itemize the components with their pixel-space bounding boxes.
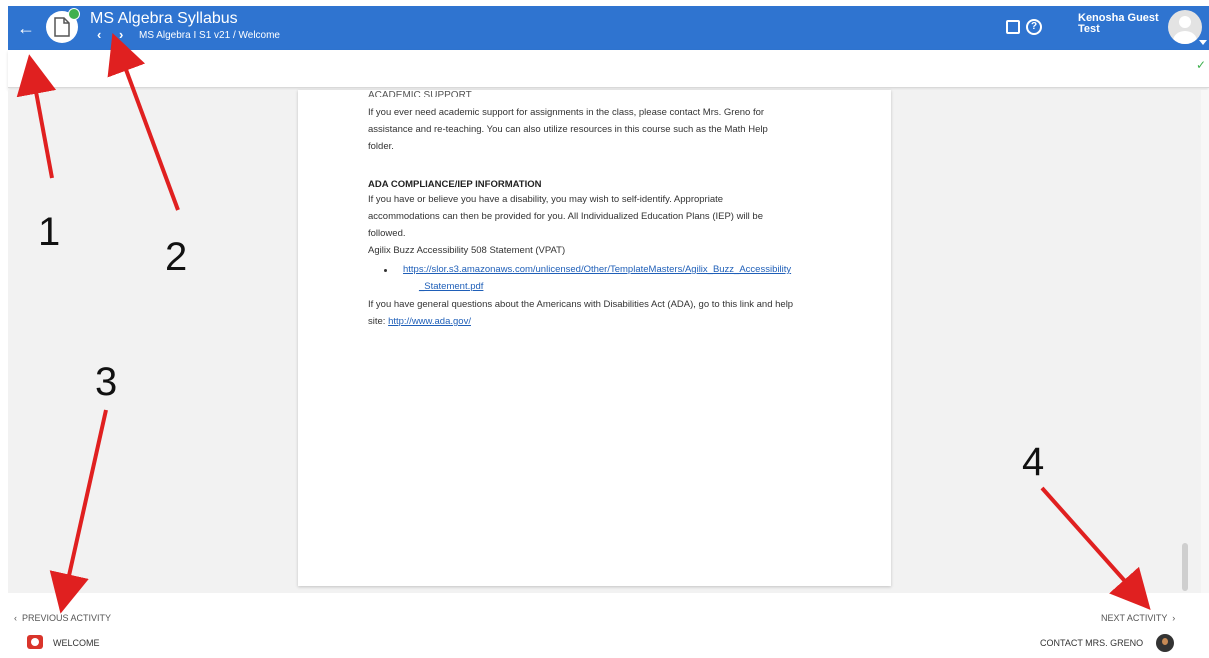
vpat-link-line-1: https://slor.s3.amazonaws.com/unlicensed…	[403, 261, 791, 278]
avatar[interactable]	[1168, 10, 1202, 44]
support-text-3: folder.	[368, 141, 394, 152]
ada-text-3: followed.	[368, 228, 406, 239]
bullet	[384, 269, 387, 272]
support-text-2: assistance and re-teaching. You can also…	[368, 124, 768, 135]
welcome-icon[interactable]	[27, 635, 43, 649]
breadcrumb-next-button[interactable]: ›	[119, 28, 123, 42]
ada-text-1: If you have or believe you have a disabi…	[368, 194, 724, 205]
chevron-down-icon[interactable]	[1199, 40, 1207, 45]
saved-check-icon: ✓	[1196, 58, 1207, 72]
back-arrow-icon[interactable]: ←	[14, 16, 38, 40]
vpat-link-line-2: _Statement.pdf	[419, 278, 483, 295]
page-title: MS Algebra Syllabus	[90, 10, 238, 27]
breadcrumb-prev-button[interactable]: ‹	[97, 28, 101, 42]
ada-link[interactable]: http://www.ada.gov/	[388, 316, 471, 327]
contact-avatar[interactable]	[1156, 634, 1174, 652]
breadcrumb[interactable]: MS Algebra I S1 v21 / Welcome	[139, 30, 280, 41]
note-icon[interactable]	[1006, 20, 1020, 34]
complete-check-icon	[68, 8, 80, 20]
vpat-link[interactable]: https://slor.s3.amazonaws.com/unlicensed…	[403, 264, 791, 275]
ada-heading: ADA COMPLIANCE/IEP INFORMATION	[368, 179, 542, 190]
support-text-1: If you ever need academic support for as…	[368, 107, 765, 118]
user-name[interactable]: Kenosha Guest Test	[1078, 13, 1159, 35]
cut-heading: ACADEMIC SUPPORT	[368, 90, 472, 97]
ada-general-1: If you have general questions about the …	[368, 299, 794, 310]
previous-activity-label: PREVIOUS ACTIVITY	[22, 613, 112, 623]
previous-activity-button[interactable]: ‹ PREVIOUS ACTIVITY	[14, 613, 111, 623]
scrollbar-thumb[interactable]	[1182, 543, 1188, 591]
scrollbar[interactable]	[1201, 90, 1209, 593]
ada-text-2: accommodations can then be provided for …	[368, 211, 763, 222]
next-activity-label: NEXT ACTIVITY	[1101, 613, 1168, 623]
status-bar: ✓	[8, 50, 1209, 88]
vpat-text: Agilix Buzz Accessibility 508 Statement …	[368, 245, 566, 256]
top-bar: ← MS Algebra Syllabus ‹ › MS Algebra I S…	[8, 6, 1209, 50]
next-activity-button[interactable]: NEXT ACTIVITY ›	[1101, 613, 1175, 623]
ada-general-2: site:	[368, 316, 389, 327]
help-icon[interactable]: ?	[1026, 19, 1042, 35]
syllabus-document: ACADEMIC SUPPORT If you ever need academ…	[298, 90, 891, 586]
contact-label[interactable]: CONTACT MRS. GRENO	[1040, 638, 1143, 648]
ada-general-line-2: site: http://www.ada.gov/	[368, 313, 471, 330]
vpat-link-continued[interactable]: _Statement.pdf	[419, 281, 483, 292]
welcome-label[interactable]: WELCOME	[53, 638, 100, 648]
